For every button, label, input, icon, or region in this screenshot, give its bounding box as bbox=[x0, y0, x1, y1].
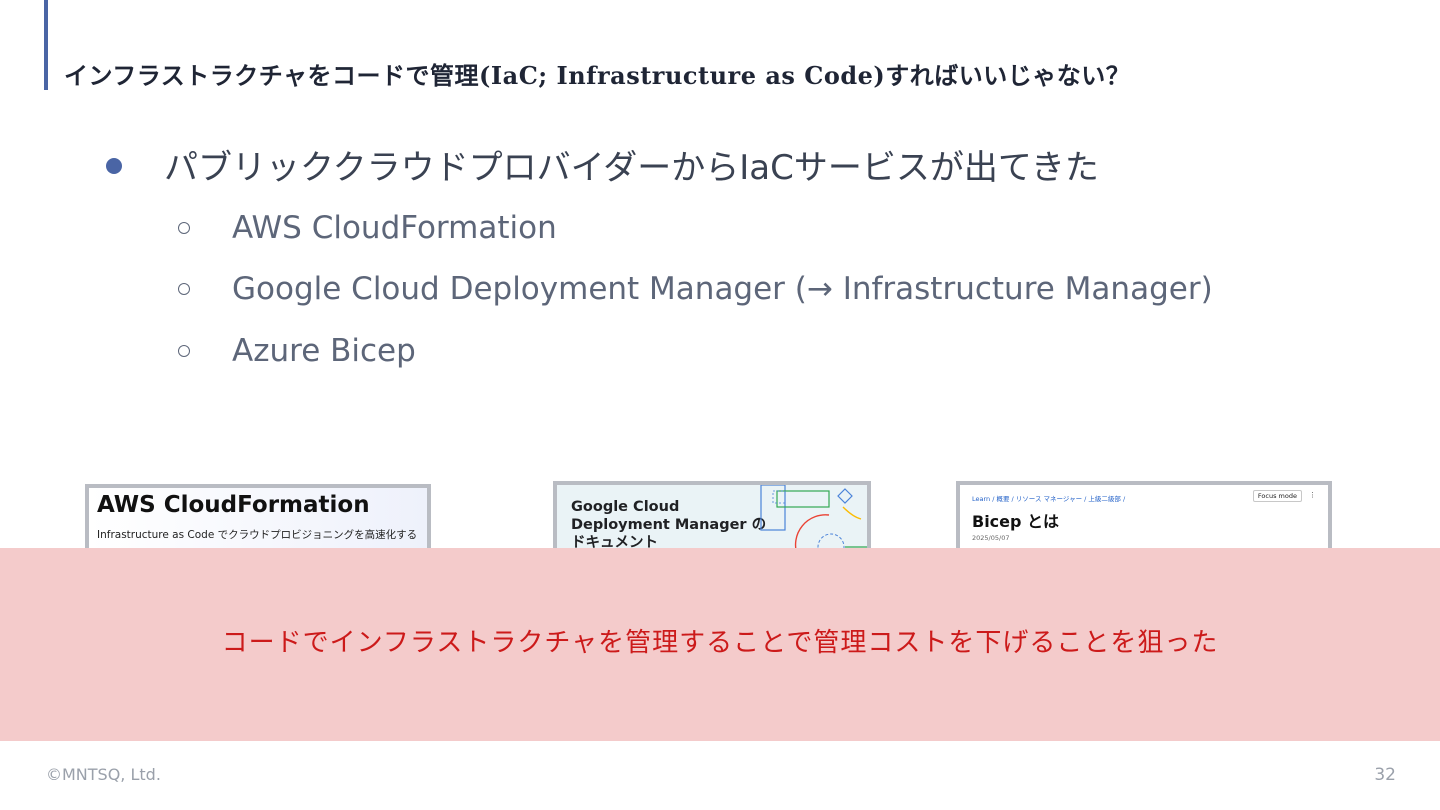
azure-breadcrumb: Learn / 概要 / リソース マネージャー / 上級二級部 / bbox=[972, 495, 1126, 503]
sub-bullet: Google Cloud Deployment Manager (→ Infra… bbox=[178, 267, 1213, 311]
azure-date: 2025/05/07 bbox=[972, 534, 1010, 542]
sub-bullet: Azure Bicep bbox=[178, 329, 416, 373]
gcp-decorative-shapes-icon bbox=[760, 485, 867, 550]
aws-subheading: Infrastructure as Code でクラウドプロビジョニングを高速化… bbox=[97, 529, 418, 541]
aws-heading: AWS CloudFormation bbox=[97, 492, 370, 518]
bullet-main-text: パブリッククラウドプロバイダーからIaCサービスが出てきた bbox=[164, 147, 1099, 188]
bullet-dot-icon bbox=[106, 158, 122, 174]
slide-title: インフラストラクチャをコードで管理(IaC; Infrastructure as… bbox=[64, 61, 1131, 90]
banner-message: コードでインフラストラクチャを管理することで管理コストを下げることを狙った bbox=[221, 628, 1219, 658]
sub-bullet-text: Azure Bicep bbox=[232, 333, 416, 369]
page-number: 32 bbox=[1374, 765, 1396, 785]
sub-bullet-text: Google Cloud Deployment Manager (→ Infra… bbox=[232, 271, 1213, 307]
sub-bullet-circle-icon bbox=[178, 345, 190, 357]
azure-more-icon: ⋮ bbox=[1309, 491, 1316, 499]
gcp-heading-line: Google Cloud bbox=[571, 499, 680, 515]
bullet-main: パブリッククラウドプロバイダーからIaCサービスが出てきた bbox=[106, 140, 1099, 188]
title-accent-bar bbox=[44, 0, 48, 90]
azure-heading: Bicep とは bbox=[972, 512, 1060, 531]
sub-bullet-circle-icon bbox=[178, 222, 190, 234]
sub-bullet: AWS CloudFormation bbox=[178, 206, 557, 250]
azure-focus-mode-button: Focus mode bbox=[1252, 490, 1302, 502]
aws-cloudformation-screenshot: AWS CloudFormation Infrastructure as Cod… bbox=[85, 484, 431, 550]
gcp-deployment-manager-screenshot: Google Cloud Deployment Manager の ドキュメント bbox=[553, 481, 871, 550]
highlight-banner: コードでインフラストラクチャを管理することで管理コストを下げることを狙った bbox=[0, 548, 1440, 741]
sub-bullet-circle-icon bbox=[178, 283, 190, 295]
gcp-heading: Google Cloud Deployment Manager の ドキュメント bbox=[571, 498, 766, 550]
azure-bicep-screenshot: Learn / 概要 / リソース マネージャー / 上級二級部 / Focus… bbox=[956, 481, 1332, 550]
sub-bullet-text: AWS CloudFormation bbox=[232, 210, 557, 246]
gcp-heading-line: Deployment Manager の bbox=[571, 517, 767, 533]
footer-copyright: ©MNTSQ, Ltd. bbox=[46, 765, 161, 784]
